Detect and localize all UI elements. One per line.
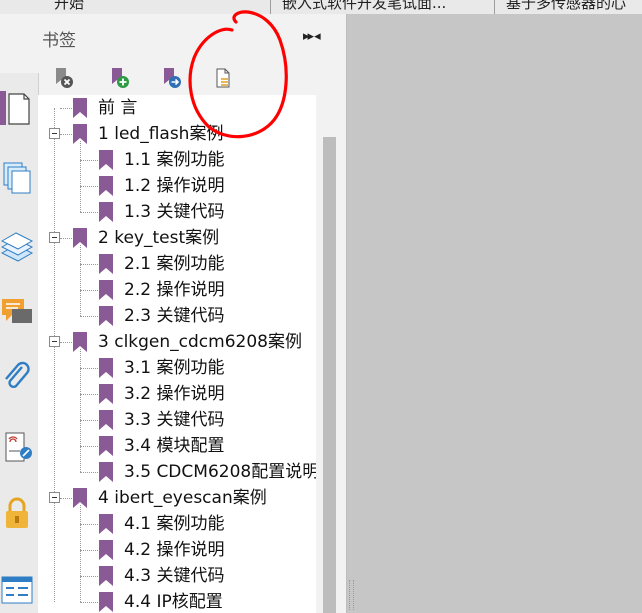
- form-fields-icon[interactable]: [0, 573, 34, 607]
- bookmark-label: 3.2 操作说明: [124, 384, 225, 404]
- bookmark-panel: 书签 ▸▸ ◂ 前 言 1 led_flash案例 1.1 案例功能 1.2 操…: [0, 14, 347, 613]
- bookmark-subitem[interactable]: 2.1 案例功能: [38, 251, 316, 277]
- tab-start[interactable]: 开始: [54, 0, 204, 13]
- scrollbar-thumb[interactable]: [323, 137, 336, 613]
- bookmark-icon: [99, 540, 113, 560]
- tab-divider: [270, 0, 271, 14]
- bookmark-label: 2.2 操作说明: [124, 280, 225, 300]
- bookmark-label: 1.3 关键代码: [124, 202, 225, 222]
- panel-header: 书签 ▸▸ ◂: [0, 14, 346, 59]
- bookmark-subitem[interactable]: 4.3 关键代码: [38, 563, 316, 589]
- bookmark-icon: [73, 228, 87, 248]
- bookmark-subitem[interactable]: 3.2 操作说明: [38, 381, 316, 407]
- bookmark-subitem[interactable]: 1.3 关键代码: [38, 199, 316, 225]
- bookmark-label: 4.1 案例功能: [124, 514, 225, 534]
- bookmark-label: 1.2 操作说明: [124, 176, 225, 196]
- bookmark-label: 2 key_test案例: [98, 228, 220, 248]
- bookmark-subitem[interactable]: 3.3 关键代码: [38, 407, 316, 433]
- bookmark-label: 4.2 操作说明: [124, 540, 225, 560]
- bookmark-item[interactable]: 3 clkgen_cdcm6208案例: [38, 329, 316, 355]
- bookmark-icon: [73, 488, 87, 508]
- bookmark-item[interactable]: 4 ibert_eyescan案例: [38, 485, 316, 511]
- bookmark-label: 1.1 案例功能: [124, 150, 225, 170]
- bookmark-icon: [99, 150, 113, 170]
- bookmark-icon: [99, 280, 113, 300]
- add-bookmark-icon[interactable]: [106, 65, 132, 91]
- bookmark-subitem[interactable]: 3.5 CDCM6208配置说明: [38, 459, 316, 485]
- bookmark-subitem[interactable]: 3.4 模块配置: [38, 433, 316, 459]
- page-thumbnail-icon[interactable]: [0, 91, 34, 125]
- security-lock-icon[interactable]: [0, 497, 34, 531]
- bookmark-label: 3.1 案例功能: [124, 358, 225, 378]
- bookmark-icon: [99, 436, 113, 456]
- bookmark-icon: [99, 176, 113, 196]
- collapse-toggle[interactable]: [49, 232, 60, 243]
- bookmark-label: 2.3 关键代码: [124, 306, 225, 326]
- collapse-toggle[interactable]: [49, 492, 60, 503]
- splitter-grip[interactable]: [349, 580, 354, 610]
- bookmark-icon: [99, 306, 113, 326]
- bookmark-label: 3.3 关键代码: [124, 410, 225, 430]
- collapse-toggle[interactable]: [49, 128, 60, 139]
- bookmark-label: 3.4 模块配置: [124, 436, 225, 456]
- bookmark-icon: [99, 254, 113, 274]
- bookmark-subitem[interactable]: 2.3 关键代码: [38, 303, 316, 329]
- bookmark-label: 4 ibert_eyescan案例: [98, 488, 267, 508]
- collapse-toggle[interactable]: [49, 336, 60, 347]
- bookmark-icon: [99, 358, 113, 378]
- bookmark-icon: [73, 332, 87, 352]
- document-viewport[interactable]: [347, 14, 642, 613]
- comments-icon[interactable]: [0, 295, 34, 329]
- goto-bookmark-icon[interactable]: [158, 65, 184, 91]
- bookmark-item[interactable]: 1 led_flash案例: [38, 121, 316, 147]
- navigation-rail: [0, 73, 39, 613]
- panel-title: 书签: [42, 31, 76, 51]
- tab-document-2[interactable]: 基于多传感器的心: [506, 0, 642, 13]
- bookmark-icon: [99, 202, 113, 222]
- bookmark-subitem[interactable]: 1.2 操作说明: [38, 173, 316, 199]
- bookmark-tree: 前 言 1 led_flash案例 1.1 案例功能 1.2 操作说明 1.3 关键代码…: [38, 95, 316, 613]
- bookmark-icon: [99, 384, 113, 404]
- attachments-icon[interactable]: [0, 361, 34, 395]
- bookmark-icon: [73, 98, 87, 118]
- bookmark-subitem[interactable]: 3.1 案例功能: [38, 355, 316, 381]
- bookmark-icon: [99, 462, 113, 482]
- layers-icon[interactable]: [0, 231, 34, 265]
- bookmark-label: 1 led_flash案例: [98, 124, 224, 144]
- tab-strip: 开始 嵌入式软件开发笔试面... 基于多传感器的心: [0, 0, 642, 15]
- bookmark-subitem[interactable]: 2.2 操作说明: [38, 277, 316, 303]
- bookmark-label: 4.3 关键代码: [124, 566, 225, 586]
- bookmark-label: 4.4 IP核配置: [124, 592, 223, 612]
- tree-scrollbar[interactable]: [316, 95, 346, 613]
- delete-bookmark-icon[interactable]: [50, 65, 76, 91]
- bookmark-icon: [99, 566, 113, 586]
- bookmark-toolbar: [38, 59, 346, 96]
- bookmark-label: 2.1 案例功能: [124, 254, 225, 274]
- bookmark-subitem[interactable]: 4.2 操作说明: [38, 537, 316, 563]
- bookmark-properties-icon[interactable]: [210, 65, 236, 91]
- bookmark-label: 3.5 CDCM6208配置说明: [124, 462, 316, 482]
- bookmark-subitem[interactable]: 4.4 IP核配置: [38, 589, 316, 613]
- bookmark-item[interactable]: 前 言: [38, 95, 316, 121]
- bookmark-label: 前 言: [98, 98, 138, 118]
- pages-icon[interactable]: [0, 161, 34, 195]
- tab-document-1[interactable]: 嵌入式软件开发笔试面...: [282, 0, 482, 13]
- bookmark-icon: [99, 592, 113, 612]
- bookmark-subitem[interactable]: 4.1 案例功能: [38, 511, 316, 537]
- bookmark-icon: [99, 410, 113, 430]
- bookmark-icon: [73, 124, 87, 144]
- bookmark-subitem[interactable]: 1.1 案例功能: [38, 147, 316, 173]
- signatures-icon[interactable]: [0, 429, 34, 463]
- tab-divider: [494, 0, 495, 14]
- bookmark-label: 3 clkgen_cdcm6208案例: [98, 332, 302, 352]
- collapse-panel-button[interactable]: ▸▸ ◂: [303, 29, 339, 47]
- bookmark-item[interactable]: 2 key_test案例: [38, 225, 316, 251]
- bookmark-icon: [99, 514, 113, 534]
